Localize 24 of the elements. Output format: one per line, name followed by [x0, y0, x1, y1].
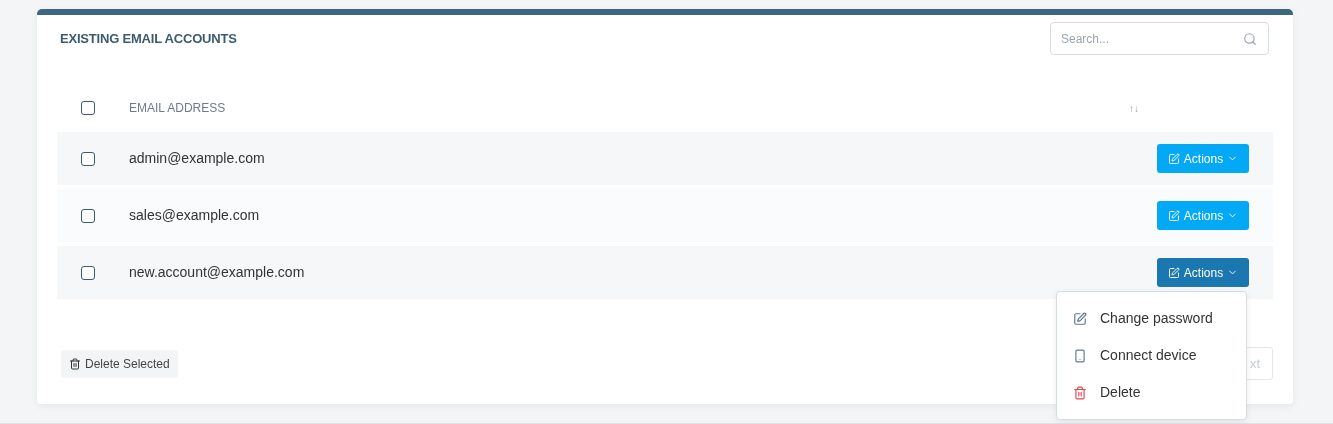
checkbox[interactable]	[81, 208, 95, 223]
actions-button[interactable]: Actions	[1157, 258, 1249, 287]
search-icon	[1243, 32, 1257, 46]
email-address: new.account@example.com	[129, 263, 305, 282]
trash-icon	[69, 357, 81, 370]
email-address: sales@example.com	[129, 206, 260, 225]
edit-icon	[1167, 152, 1180, 165]
sort-icon[interactable]: ↑↓	[1129, 100, 1139, 116]
edit-icon	[1167, 266, 1180, 279]
checkbox[interactable]	[81, 101, 95, 115]
card-title: EXISTING EMAIL ACCOUNTS	[59, 29, 237, 48]
search-field[interactable]: Search...	[1050, 22, 1269, 55]
checkbox[interactable]	[81, 265, 95, 280]
edit-icon	[1167, 209, 1180, 222]
actions-button[interactable]: Actions	[1157, 201, 1249, 230]
phone-icon	[1073, 348, 1087, 363]
column-header[interactable]: EMAIL ADDRESS	[129, 99, 226, 117]
delete-selected-button[interactable]: Delete Selected	[61, 349, 178, 378]
actions-button[interactable]: Actions	[1157, 144, 1249, 173]
checkbox[interactable]	[81, 151, 95, 166]
email-address: admin@example.com	[129, 149, 265, 168]
edit-icon	[1073, 311, 1087, 326]
menu-item[interactable]: Change password	[1057, 300, 1246, 337]
trash-icon	[1073, 385, 1087, 400]
